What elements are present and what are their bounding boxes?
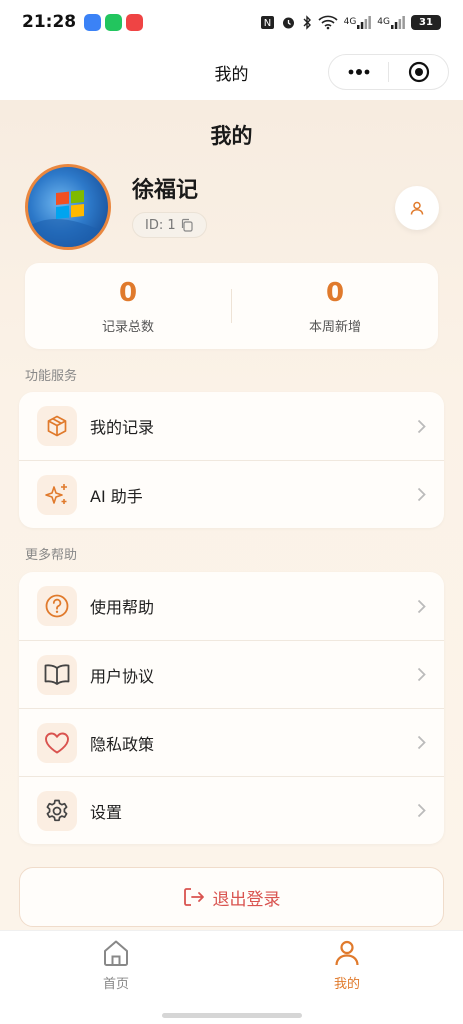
home-icon (104, 940, 128, 966)
logout-icon (183, 888, 204, 906)
nfc-icon: N (260, 15, 275, 30)
stat-label: 本周新增 (308, 319, 361, 335)
sparkle-icon (37, 474, 77, 515)
signal-icon: 4G (343, 15, 372, 29)
alarm-icon (281, 15, 296, 30)
page-title: 我的 (210, 124, 253, 148)
menu-label: 使用帮助 (90, 598, 155, 617)
section-label-help: 更多帮助 (25, 548, 78, 563)
stat-value: 0 (325, 277, 345, 308)
chevron-right-icon (417, 803, 426, 818)
menu-item-my-records[interactable]: 我的记录 (19, 392, 444, 460)
menu-item-settings[interactable]: 设置 (19, 776, 444, 844)
menu-label: 我的记录 (90, 418, 155, 437)
chevron-right-icon (417, 599, 426, 614)
tab-home[interactable]: 首页 (56, 937, 176, 992)
book-icon (37, 654, 77, 695)
menu-item-user-agreement[interactable]: 用户协议 (19, 640, 444, 708)
nav-title: 我的 (214, 64, 249, 85)
battery-indicator: 31 (411, 14, 441, 30)
menu-label: 用户协议 (90, 666, 155, 686)
chevron-right-icon (417, 667, 426, 682)
stat-total-records: 0 记录总数 (25, 278, 231, 335)
more-dots-icon (348, 69, 369, 75)
chevron-right-icon (417, 419, 426, 434)
more-button[interactable] (329, 55, 388, 89)
network-label-2: 4G (377, 17, 390, 27)
status-time: 21:28 (22, 12, 77, 32)
id-badge[interactable]: ID: 1 (132, 212, 207, 238)
box-icon (37, 406, 77, 446)
avatar[interactable] (25, 164, 111, 250)
mini-program-capsule (328, 54, 449, 90)
copy-icon (181, 218, 193, 232)
signal-icon-2: 4G (377, 15, 405, 29)
menu-label: AI 助手 (90, 486, 143, 506)
network-label: 4G (343, 17, 357, 27)
target-close-icon (408, 61, 429, 83)
red-app-icon (126, 13, 144, 31)
user-icon (410, 201, 424, 215)
heart-icon (37, 722, 77, 763)
stat-label: 记录总数 (101, 319, 154, 335)
menu-item-ai-assistant[interactable]: AI 助手 (19, 460, 444, 528)
status-bar: 21:28 N 4G 4G 31 (0, 0, 463, 44)
status-indicators: N 4G 4G 31 (260, 14, 441, 30)
svg-text:N: N (263, 18, 270, 29)
home-indicator (162, 1013, 302, 1018)
stats-card: 0 记录总数 0 本周新增 (25, 263, 438, 349)
user-icon (335, 940, 359, 966)
bluetooth-icon (302, 14, 312, 30)
menu-item-privacy-policy[interactable]: 隐私政策 (19, 708, 444, 776)
logout-button[interactable]: 退出登录 (19, 867, 444, 927)
message-app-icon (84, 13, 102, 31)
wifi-icon (318, 15, 338, 30)
menu-label: 设置 (90, 802, 123, 822)
user-id: ID: 1 (145, 217, 176, 233)
tab-mine[interactable]: 我的 (287, 937, 407, 992)
question-icon (37, 586, 77, 626)
nav-bar: 我的 (0, 44, 463, 100)
close-button[interactable] (389, 55, 448, 89)
help-menu: 使用帮助 用户协议 隐私政策 设置 (19, 572, 444, 844)
services-menu: 我的记录 AI 助手 (19, 392, 444, 528)
gear-icon (37, 790, 77, 831)
menu-label: 隐私政策 (90, 734, 155, 754)
menu-item-usage-help[interactable]: 使用帮助 (19, 572, 444, 640)
tab-bar: 首页 我的 (0, 930, 463, 1024)
stat-weekly-new: 0 本周新增 (232, 278, 438, 335)
logout-label: 退出登录 (212, 889, 281, 910)
tab-label: 首页 (102, 977, 129, 992)
profile-edit-button[interactable] (395, 186, 439, 230)
section-label-services: 功能服务 (25, 369, 78, 384)
stat-value: 0 (118, 277, 138, 308)
chevron-right-icon (417, 487, 426, 502)
chevron-right-icon (417, 735, 426, 750)
windows-logo-image (28, 190, 108, 247)
main-content: 我的 徐福记 ID: 1 0 记录总数 0 本周新增 功能服务 我的记录 AI … (0, 100, 463, 930)
tab-label: 我的 (333, 977, 360, 992)
green-app-icon (105, 13, 123, 31)
user-name: 徐福记 (132, 178, 199, 203)
